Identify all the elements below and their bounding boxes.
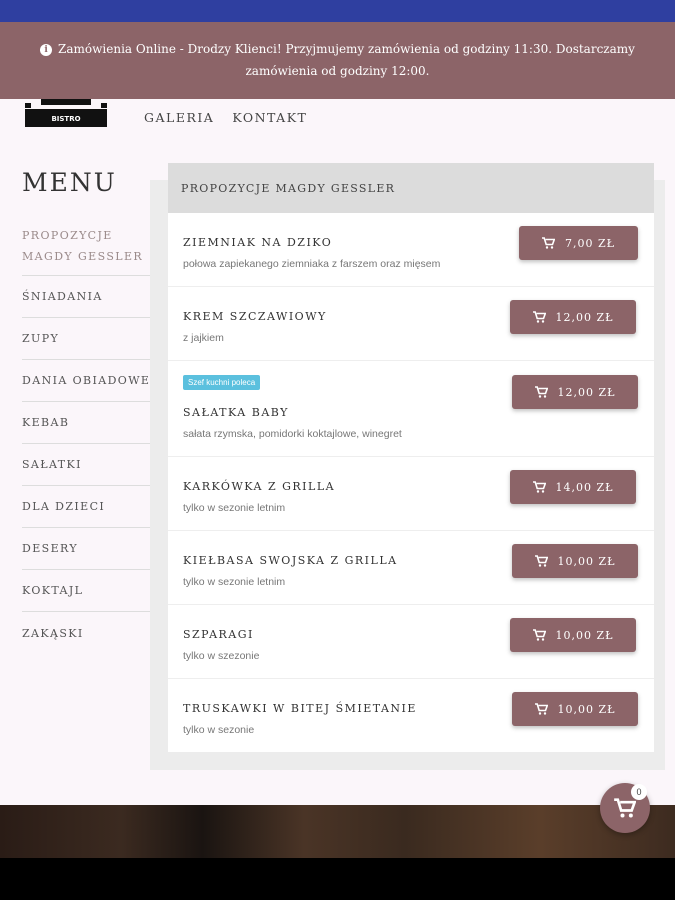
item-name: SZPARAGI bbox=[183, 628, 254, 641]
info-icon: i bbox=[40, 44, 53, 56]
item-description: połowa zapiekanego ziemniaka z farszem o… bbox=[183, 258, 441, 270]
chef-recommends-badge: Szef kuchni poleca bbox=[183, 375, 261, 390]
cart-icon bbox=[534, 703, 548, 715]
bottom-bar bbox=[0, 858, 675, 900]
nav-galeria[interactable]: GALERIA bbox=[144, 110, 214, 125]
item-description: tylko w sezonie bbox=[183, 724, 255, 736]
cart-icon bbox=[542, 237, 555, 249]
cart-icon bbox=[532, 311, 546, 323]
sidebar-item-koktajl[interactable]: KOKTAJL bbox=[22, 570, 167, 612]
item-description: tylko w sezonie letnim bbox=[183, 576, 286, 588]
cart-icon bbox=[532, 629, 546, 641]
nav-kontakt[interactable]: KONTAKT bbox=[232, 110, 307, 125]
price-label: 10,00 ZŁ bbox=[557, 702, 616, 716]
cart-icon bbox=[532, 481, 546, 493]
add-to-cart-button[interactable]: 12,00 ZŁ bbox=[510, 300, 636, 334]
logo-text: BISTRO bbox=[51, 115, 80, 123]
price-label: 14,00 ZŁ bbox=[555, 480, 614, 494]
cart-icon bbox=[534, 386, 548, 398]
menu-item: KARKÓWKA Z GRILLA tylko w sezonie letnim… bbox=[168, 457, 654, 531]
add-to-cart-button[interactable]: 10,00 ZŁ bbox=[512, 544, 638, 578]
price-label: 12,00 ZŁ bbox=[555, 310, 614, 324]
footer-background-image bbox=[0, 805, 675, 858]
add-to-cart-button[interactable]: 10,00 ZŁ bbox=[510, 618, 636, 652]
sidebar-item-kebab[interactable]: KEBAB bbox=[22, 402, 167, 444]
sidebar-item-sniadania[interactable]: ŚNIADANIA bbox=[22, 276, 167, 318]
menu-panel: PROPOZYCJE MAGDY GESSLER ZIEMNIAK NA DZI… bbox=[168, 163, 654, 752]
menu-item: KIEŁBASA SWOJSKA Z GRILLA tylko w sezoni… bbox=[168, 531, 654, 605]
item-name: KIEŁBASA SWOJSKA Z GRILLA bbox=[183, 554, 398, 567]
order-notice-banner: i Zamówienia Online - Drodzy Klienci! Prz… bbox=[0, 22, 675, 99]
menu-item: KREM SZCZAWIOWY z jajkiem 12,00 ZŁ bbox=[168, 287, 654, 361]
menu-item: Szef kuchni poleca SAŁATKA BABY sałata r… bbox=[168, 361, 654, 457]
price-label: 12,00 ZŁ bbox=[557, 385, 616, 399]
add-to-cart-button[interactable]: 14,00 ZŁ bbox=[510, 470, 636, 504]
panel-header: PROPOZYCJE MAGDY GESSLER bbox=[168, 163, 654, 213]
sidebar-item-dania-obiadowe[interactable]: DANIA OBIADOWE bbox=[22, 360, 167, 402]
notice-text: Zamówienia Online - Drodzy Klienci! Przy… bbox=[58, 42, 635, 78]
item-name: ZIEMNIAK NA DZIKO bbox=[183, 236, 333, 249]
top-bar bbox=[0, 0, 675, 22]
item-description: tylko w szezonie bbox=[183, 650, 260, 662]
sidebar-item-salatki[interactable]: SAŁATKI bbox=[22, 444, 167, 486]
item-name: SAŁATKA BABY bbox=[183, 406, 289, 419]
sidebar-item-propozycje[interactable]: PROPOZYCJE MAGDY GESSLER bbox=[22, 222, 167, 276]
menu-title: MENU bbox=[22, 168, 117, 197]
category-sidebar: PROPOZYCJE MAGDY GESSLER ŚNIADANIA ZUPY … bbox=[22, 222, 167, 654]
menu-item: SZPARAGI tylko w szezonie 10,00 ZŁ bbox=[168, 605, 654, 679]
logo[interactable]: BISTRO bbox=[25, 99, 107, 129]
cart-count-badge: 0 bbox=[631, 784, 647, 800]
item-description: z jajkiem bbox=[183, 332, 224, 344]
item-name: KARKÓWKA Z GRILLA bbox=[183, 480, 336, 493]
cart-icon bbox=[534, 555, 548, 567]
sidebar-item-dla-dzieci[interactable]: DLA DZIECI bbox=[22, 486, 167, 528]
menu-item: TRUSKAWKI W BITEJ ŚMIETANIE tylko w sezo… bbox=[168, 679, 654, 752]
item-description: tylko w sezonie letnim bbox=[183, 502, 286, 514]
main-nav: GALERIA KONTAKT bbox=[144, 110, 307, 125]
cart-icon bbox=[614, 798, 636, 818]
price-label: 10,00 ZŁ bbox=[555, 628, 614, 642]
item-name: KREM SZCZAWIOWY bbox=[183, 310, 327, 323]
menu-item: ZIEMNIAK NA DZIKO połowa zapiekanego zie… bbox=[168, 213, 654, 287]
price-label: 10,00 ZŁ bbox=[557, 554, 616, 568]
add-to-cart-button[interactable]: 10,00 ZŁ bbox=[512, 692, 638, 726]
item-name: TRUSKAWKI W BITEJ ŚMIETANIE bbox=[183, 702, 417, 715]
sidebar-item-desery[interactable]: DESERY bbox=[22, 528, 167, 570]
sidebar-item-zakaski[interactable]: ZAKĄSKI bbox=[22, 612, 167, 654]
sidebar-item-zupy[interactable]: ZUPY bbox=[22, 318, 167, 360]
item-description: sałata rzymska, pomidorki koktajlowe, wi… bbox=[183, 428, 402, 440]
add-to-cart-button[interactable]: 7,00 ZŁ bbox=[519, 226, 638, 260]
price-label: 7,00 ZŁ bbox=[565, 236, 615, 250]
add-to-cart-button[interactable]: 12,00 ZŁ bbox=[512, 375, 638, 409]
